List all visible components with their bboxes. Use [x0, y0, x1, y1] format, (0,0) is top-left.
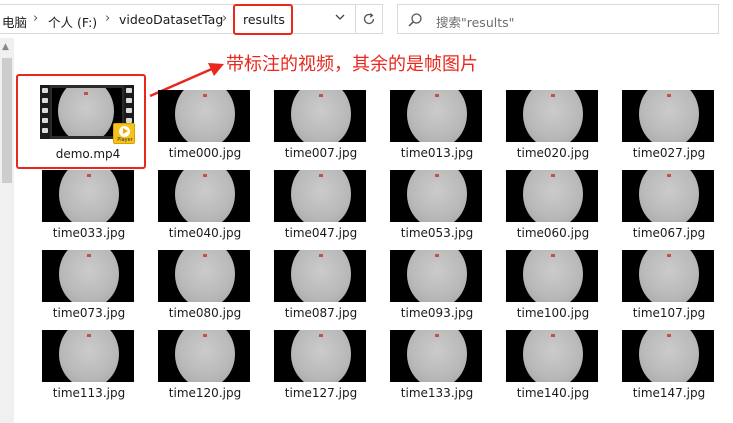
file-name[interactable]: time027.jpg — [619, 146, 719, 160]
file-item[interactable]: time000.jpg — [155, 90, 261, 166]
file-item[interactable]: time007.jpg — [271, 90, 377, 166]
file-item[interactable]: time107.jpg — [619, 250, 725, 326]
file-item[interactable]: time053.jpg — [387, 170, 493, 246]
file-name[interactable]: time140.jpg — [503, 386, 603, 400]
breadcrumb-item-computer[interactable]: 电脑 — [2, 12, 27, 31]
breadcrumb-item-folder[interactable]: videoDatasetTag — [119, 12, 223, 27]
file-name[interactable]: time080.jpg — [155, 306, 255, 320]
image-thumbnail[interactable] — [622, 170, 714, 222]
file-name[interactable]: time100.jpg — [503, 306, 603, 320]
file-item[interactable]: time040.jpg — [155, 170, 261, 246]
image-thumbnail[interactable] — [274, 90, 366, 142]
address-bar: 电脑 › 个人 (F:) › videoDatasetTag › results… — [0, 0, 733, 38]
file-name[interactable]: time013.jpg — [387, 146, 487, 160]
breadcrumb-item-drive[interactable]: 个人 (F:) — [48, 12, 97, 31]
image-thumbnail[interactable] — [42, 330, 134, 382]
image-thumbnail[interactable] — [622, 90, 714, 142]
search-icon — [408, 13, 422, 27]
search-box[interactable]: 搜索"results" — [397, 4, 719, 34]
image-thumbnail[interactable] — [506, 250, 598, 302]
file-item[interactable]: time113.jpg — [39, 330, 145, 406]
file-item[interactable]: time047.jpg — [271, 170, 377, 246]
file-item[interactable]: time067.jpg — [619, 170, 725, 246]
file-name[interactable]: time000.jpg — [155, 146, 255, 160]
chevron-down-icon[interactable] — [329, 11, 351, 29]
highlight-box-breadcrumb — [233, 4, 293, 35]
image-thumbnail[interactable] — [506, 170, 598, 222]
vertical-scrollbar[interactable]: ▲ — [0, 38, 14, 423]
breadcrumb-separator[interactable]: › — [222, 11, 227, 26]
breadcrumb-separator[interactable]: › — [33, 11, 38, 26]
image-thumbnail[interactable] — [390, 330, 482, 382]
image-thumbnail[interactable] — [158, 250, 250, 302]
file-item[interactable]: time027.jpg — [619, 90, 725, 166]
refresh-icon — [363, 13, 375, 25]
image-thumbnail[interactable] — [158, 170, 250, 222]
file-item[interactable]: time100.jpg — [503, 250, 609, 326]
file-name[interactable]: time127.jpg — [271, 386, 371, 400]
file-name[interactable]: time120.jpg — [155, 386, 255, 400]
file-name[interactable]: time067.jpg — [619, 226, 719, 240]
file-item[interactable]: time147.jpg — [619, 330, 725, 406]
image-thumbnail[interactable] — [390, 250, 482, 302]
annotation-label: 带标注的视频，其余的是帧图片 — [226, 54, 478, 75]
file-name[interactable]: time060.jpg — [503, 226, 603, 240]
file-item[interactable]: time080.jpg — [155, 250, 261, 326]
file-item[interactable]: time073.jpg — [39, 250, 145, 326]
file-item[interactable]: time133.jpg — [387, 330, 493, 406]
file-item[interactable]: time020.jpg — [503, 90, 609, 166]
file-name[interactable]: time113.jpg — [39, 386, 139, 400]
image-thumbnail[interactable] — [390, 170, 482, 222]
file-name[interactable]: time133.jpg — [387, 386, 487, 400]
file-name[interactable]: time053.jpg — [387, 226, 487, 240]
file-name[interactable]: time020.jpg — [503, 146, 603, 160]
image-thumbnail[interactable] — [506, 90, 598, 142]
file-name[interactable]: time007.jpg — [271, 146, 371, 160]
file-name[interactable]: time093.jpg — [387, 306, 487, 320]
highlight-box-video — [16, 74, 146, 169]
image-thumbnail[interactable] — [274, 330, 366, 382]
scrollbar-thumb[interactable] — [2, 58, 12, 183]
image-thumbnail[interactable] — [274, 170, 366, 222]
image-thumbnail[interactable] — [506, 330, 598, 382]
image-thumbnail[interactable] — [622, 250, 714, 302]
file-item[interactable]: time120.jpg — [155, 330, 261, 406]
image-thumbnail[interactable] — [158, 90, 250, 142]
image-thumbnail[interactable] — [42, 250, 134, 302]
file-name[interactable]: time147.jpg — [619, 386, 719, 400]
file-item[interactable]: time087.jpg — [271, 250, 377, 326]
file-name[interactable]: time040.jpg — [155, 226, 255, 240]
breadcrumb-separator[interactable]: › — [105, 11, 110, 26]
file-name[interactable]: time073.jpg — [39, 306, 139, 320]
file-item[interactable]: time127.jpg — [271, 330, 377, 406]
file-item[interactable]: time013.jpg — [387, 90, 493, 166]
search-input[interactable]: 搜索"results" — [436, 12, 514, 31]
image-thumbnail[interactable] — [622, 330, 714, 382]
image-thumbnail[interactable] — [42, 170, 134, 222]
file-item[interactable]: time033.jpg — [39, 170, 145, 246]
image-thumbnail[interactable] — [158, 330, 250, 382]
breadcrumb[interactable]: 电脑 › 个人 (F:) › videoDatasetTag › results — [0, 4, 356, 34]
image-thumbnail[interactable] — [390, 90, 482, 142]
image-thumbnail[interactable] — [274, 250, 366, 302]
scroll-up-icon[interactable]: ▲ — [2, 42, 9, 52]
file-item[interactable]: time060.jpg — [503, 170, 609, 246]
file-name[interactable]: time033.jpg — [39, 226, 139, 240]
file-name[interactable]: time087.jpg — [271, 306, 371, 320]
refresh-button[interactable] — [356, 4, 383, 34]
file-name[interactable]: time047.jpg — [271, 226, 371, 240]
file-item[interactable]: time140.jpg — [503, 330, 609, 406]
file-name[interactable]: time107.jpg — [619, 306, 719, 320]
file-item[interactable]: time093.jpg — [387, 250, 493, 326]
